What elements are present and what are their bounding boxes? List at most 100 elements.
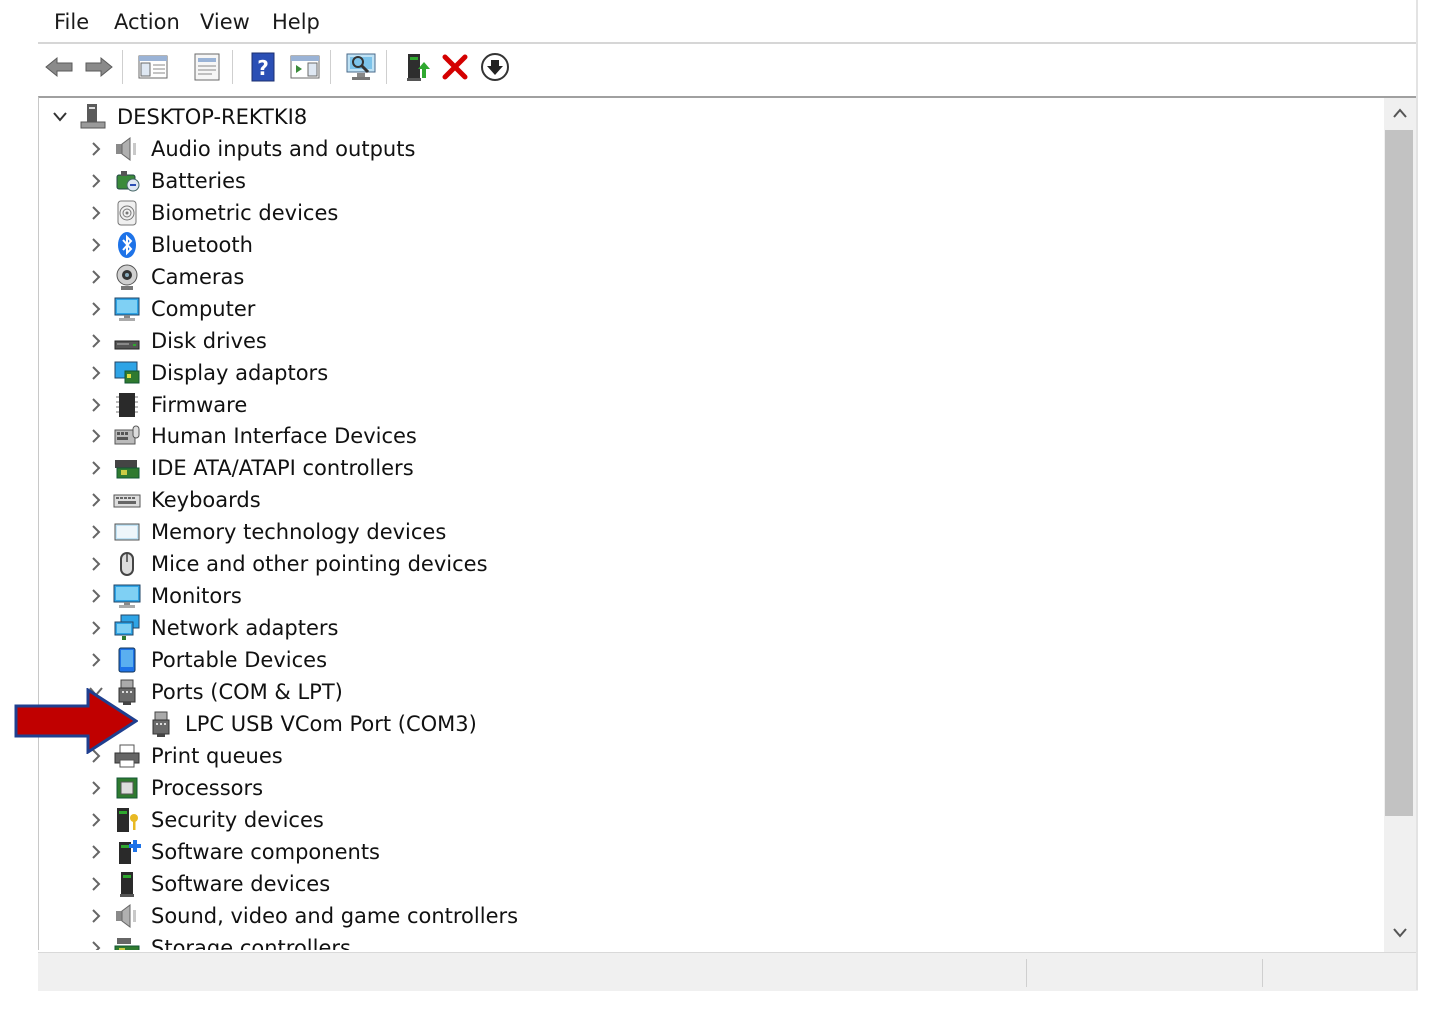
update-driver-button[interactable] xyxy=(400,50,434,84)
chevron-right-icon[interactable] xyxy=(89,142,103,156)
computer-icon xyxy=(114,297,140,321)
chevron-right-icon[interactable] xyxy=(89,781,103,795)
vertical-scrollbar[interactable] xyxy=(1384,96,1418,952)
tree-category[interactable]: Software components xyxy=(39,837,1379,867)
scroll-down-icon[interactable] xyxy=(1392,924,1408,943)
tree-category[interactable]: Keyboards xyxy=(39,485,1379,515)
chevron-right-icon[interactable] xyxy=(89,270,103,284)
processor-icon xyxy=(116,777,138,799)
tree-category[interactable]: Monitors xyxy=(39,581,1379,611)
tree-category[interactable]: Print queues xyxy=(39,741,1379,771)
back-button[interactable] xyxy=(42,50,76,84)
forward-button[interactable] xyxy=(82,50,116,84)
chevron-right-icon[interactable] xyxy=(89,621,103,635)
chevron-right-icon[interactable] xyxy=(89,365,103,380)
chevron-down-icon[interactable] xyxy=(53,110,67,124)
tree-root[interactable]: DESKTOP-REKTKI8 xyxy=(39,102,1379,132)
category-label: Software devices xyxy=(151,871,331,896)
tree-category[interactable]: Mice and other pointing devices xyxy=(39,549,1379,579)
category-label: Print queues xyxy=(151,743,283,768)
network-adapter-icon xyxy=(114,614,140,641)
menu-file[interactable]: File xyxy=(54,10,89,34)
tree-category[interactable]: Human Interface Devices xyxy=(39,421,1379,451)
category-label: Batteries xyxy=(151,168,246,193)
device-tree: DESKTOP-REKTKI8 Audio inputs and outputs… xyxy=(38,96,1385,950)
chevron-right-icon[interactable] xyxy=(89,174,103,188)
category-label: Security devices xyxy=(151,807,324,832)
tree-category[interactable]: Disk drives xyxy=(39,326,1379,356)
status-separator xyxy=(1026,959,1027,987)
uninstall-device-icon xyxy=(442,54,468,80)
category-label: Cameras xyxy=(151,264,245,289)
chevron-right-icon[interactable] xyxy=(89,908,103,923)
help-icon: ? xyxy=(251,52,275,82)
chevron-right-icon[interactable] xyxy=(89,876,103,891)
memory-device-icon xyxy=(114,523,140,541)
chevron-right-icon[interactable] xyxy=(89,206,103,220)
category-label: Display adaptors xyxy=(151,360,329,385)
tree-category[interactable]: Display adaptors xyxy=(39,358,1379,388)
chevron-right-icon[interactable] xyxy=(89,557,103,571)
menu-help[interactable]: Help xyxy=(272,10,320,34)
chevron-right-icon[interactable] xyxy=(89,238,103,252)
chevron-right-icon[interactable] xyxy=(89,301,103,316)
toolbar: ? xyxy=(38,44,1418,90)
tree-category[interactable]: Software devices xyxy=(39,869,1379,899)
action-pane-icon xyxy=(290,55,320,79)
category-label: Memory technology devices xyxy=(151,520,447,545)
scrollbar-thumb[interactable] xyxy=(1385,130,1413,816)
software-device-icon xyxy=(120,871,134,897)
action-pane-button[interactable] xyxy=(288,50,322,84)
chevron-right-icon[interactable] xyxy=(89,461,103,476)
chevron-right-icon[interactable] xyxy=(89,940,103,950)
uninstall-device-button[interactable] xyxy=(438,50,472,84)
display-adapter-icon xyxy=(114,361,140,384)
properties-button[interactable] xyxy=(190,50,224,84)
tree-category[interactable]: Memory technology devices xyxy=(39,517,1379,547)
tree-category[interactable]: Cameras xyxy=(39,262,1379,292)
tree-category[interactable]: Biometric devices xyxy=(39,198,1379,228)
keyboard-icon xyxy=(113,494,141,508)
ide-controller-icon xyxy=(115,460,140,479)
chevron-right-icon[interactable] xyxy=(89,493,103,508)
tree-category[interactable]: Bluetooth xyxy=(39,230,1379,260)
chevron-right-icon[interactable] xyxy=(89,844,103,859)
tree-category[interactable]: Storage controllers xyxy=(39,933,1379,950)
disable-device-button[interactable] xyxy=(478,50,512,84)
tree-category[interactable]: Batteries xyxy=(39,166,1379,196)
chevron-right-icon[interactable] xyxy=(89,813,103,827)
tree-category[interactable]: Ports (COM & LPT) xyxy=(39,677,1379,707)
tree-category[interactable]: Computer xyxy=(39,294,1379,324)
tree-category[interactable]: Processors xyxy=(39,773,1379,803)
category-label: Software components xyxy=(151,839,380,864)
scan-hardware-icon xyxy=(346,53,376,80)
chevron-right-icon[interactable] xyxy=(89,429,103,444)
tree-category[interactable]: IDE ATA/ATAPI controllers xyxy=(39,453,1379,483)
sound-controller-icon xyxy=(116,903,136,928)
scan-hardware-button[interactable] xyxy=(344,50,378,84)
disable-device-icon xyxy=(481,53,509,81)
help-button[interactable]: ? xyxy=(246,50,280,84)
tree-category[interactable]: Network adapters xyxy=(39,613,1379,643)
tree-category[interactable]: Portable Devices xyxy=(39,645,1379,675)
toolbar-separator xyxy=(232,50,233,84)
menu-view[interactable]: View xyxy=(200,10,250,34)
scroll-up-icon[interactable] xyxy=(1392,104,1408,123)
tree-device[interactable]: LPC USB VCom Port (COM3) xyxy=(39,709,1379,739)
show-hide-console-tree-button[interactable] xyxy=(136,50,170,84)
tree-category[interactable]: Audio inputs and outputs xyxy=(39,134,1379,164)
back-arrow-icon xyxy=(45,56,73,78)
chevron-right-icon[interactable] xyxy=(89,333,103,348)
menu-action[interactable]: Action xyxy=(114,10,180,34)
security-device-icon xyxy=(117,807,138,832)
chevron-right-icon[interactable] xyxy=(89,397,103,412)
tree-category[interactable]: Security devices xyxy=(39,805,1379,835)
chevron-right-icon[interactable] xyxy=(89,525,103,539)
annotation-arrow-icon xyxy=(14,688,138,754)
toolbar-separator xyxy=(330,50,331,84)
category-label: Computer xyxy=(151,296,256,321)
tree-category[interactable]: Sound, video and game controllers xyxy=(39,901,1379,931)
tree-category[interactable]: Firmware xyxy=(39,390,1379,420)
chevron-right-icon[interactable] xyxy=(89,653,103,667)
chevron-right-icon[interactable] xyxy=(89,589,103,603)
